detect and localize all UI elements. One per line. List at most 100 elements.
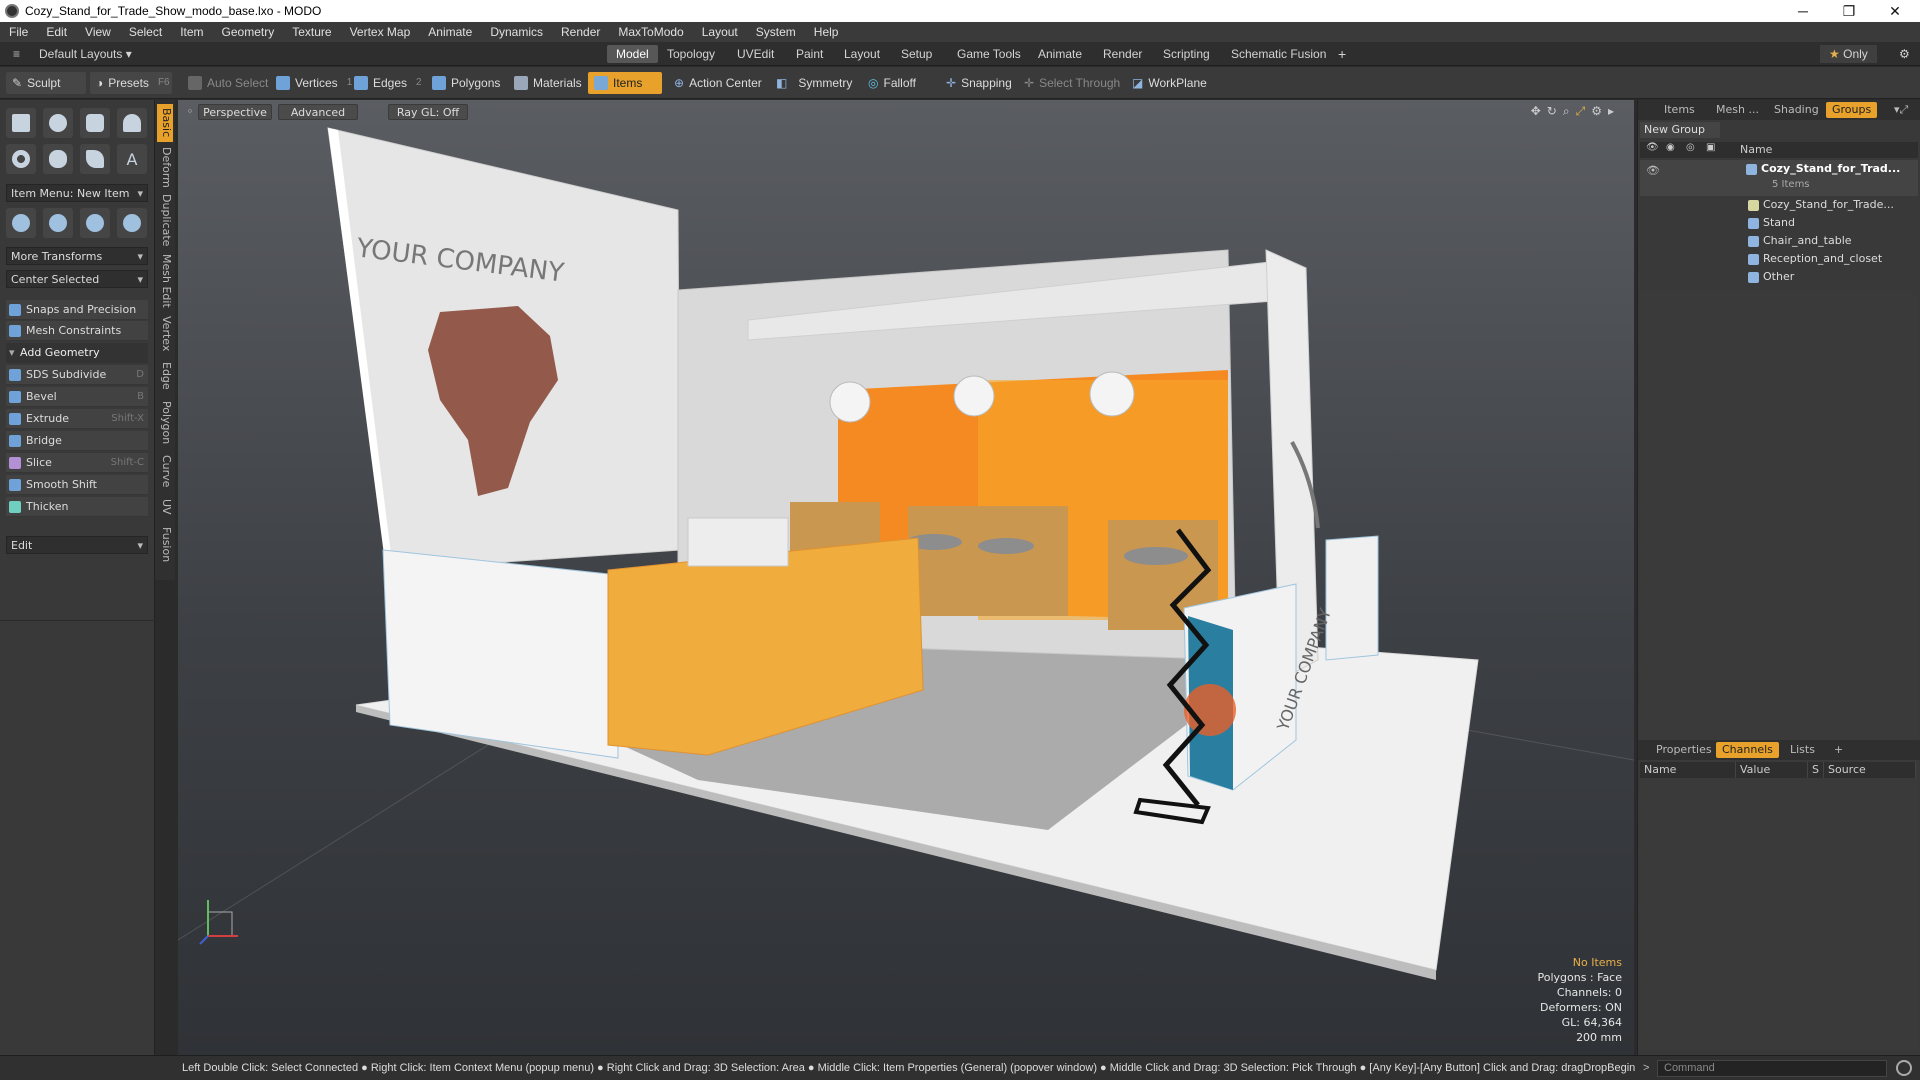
materials-button[interactable]: Materials [508, 72, 588, 94]
cone-icon[interactable] [117, 108, 147, 138]
text-tool-icon[interactable]: A [117, 144, 147, 174]
menu-system[interactable]: System [747, 25, 805, 39]
vtab-duplicate[interactable]: Duplicate [157, 192, 173, 248]
tab-setup[interactable]: Setup [892, 45, 941, 63]
menu-select[interactable]: Select [120, 25, 171, 39]
panel-options-icon[interactable]: ▾⤢ [1888, 102, 1914, 118]
tab-properties[interactable]: Properties [1650, 742, 1718, 758]
items-button[interactable]: Items [588, 72, 662, 94]
menu-geometry[interactable]: Geometry [213, 25, 284, 39]
capsule-icon[interactable] [43, 144, 73, 174]
group-child-item[interactable]: Reception_and_closet [1748, 250, 1882, 268]
tab-items[interactable]: Items [1658, 102, 1701, 118]
bevel-button[interactable]: Bevel B [6, 387, 148, 407]
add-geometry-header[interactable]: ▾ Add Geometry [6, 343, 148, 363]
vertices-button[interactable]: Vertices 1 [270, 72, 358, 94]
item-menu-dropdown[interactable]: Item Menu: New Item [6, 184, 148, 203]
menu-animate[interactable]: Animate [419, 25, 481, 39]
vtab-fusion[interactable]: Fusion [157, 524, 173, 566]
tab-shading[interactable]: Shading [1768, 102, 1825, 118]
torus-icon[interactable] [6, 144, 36, 174]
group-child-item[interactable]: Chair_and_table [1748, 232, 1852, 250]
tab-mesh[interactable]: Mesh ... [1710, 102, 1765, 118]
slice-button[interactable]: Slice Shift-C [6, 453, 148, 473]
maximize-button[interactable]: ❐ [1826, 0, 1872, 22]
only-toggle[interactable]: ★ Only [1820, 45, 1877, 63]
menu-view[interactable]: View [76, 25, 120, 39]
group-child-item[interactable]: Cozy_Stand_for_Trade... [1748, 196, 1894, 214]
presets-button[interactable]: ◑ Presets F6 [90, 72, 172, 94]
sphere-icon[interactable] [43, 108, 73, 138]
edit-dropdown[interactable]: Edit [6, 536, 148, 555]
default-layouts-dropdown[interactable]: Default Layouts ▾ [30, 45, 141, 63]
vtab-uv[interactable]: UV [157, 494, 173, 520]
cylinder-icon[interactable] [80, 108, 110, 138]
edges-button[interactable]: Edges 2 [348, 72, 428, 94]
tab-lists[interactable]: Lists [1784, 742, 1821, 758]
tab-channels[interactable]: Channels [1716, 742, 1779, 758]
menu-dynamics[interactable]: Dynamics [481, 25, 552, 39]
vtab-edge[interactable]: Edge [157, 358, 173, 394]
select-through-button[interactable]: ✛ Select Through [1018, 72, 1126, 94]
vtab-basic[interactable]: Basic [157, 104, 173, 142]
tab-game-tools[interactable]: Game Tools [948, 45, 1030, 63]
menu-texture[interactable]: Texture [283, 25, 340, 39]
mesh-constraints-button[interactable]: Mesh Constraints [6, 321, 148, 341]
transform-icon[interactable] [117, 208, 147, 238]
new-group-button[interactable]: New Group [1640, 122, 1720, 138]
menu-layout[interactable]: Layout [693, 25, 747, 39]
minimize-button[interactable]: ─ [1780, 0, 1826, 22]
sculpt-button[interactable]: ✎ Sculpt [6, 72, 86, 94]
tab-animate[interactable]: Animate [1029, 45, 1091, 63]
workplane-button[interactable]: ◪ WorkPlane [1126, 72, 1213, 94]
layout-menu-icon[interactable]: ≡ [4, 45, 29, 63]
vtab-curve[interactable]: Curve [157, 452, 173, 490]
falloff-button[interactable]: ◎ Falloff [862, 72, 922, 94]
snaps-and-precision-button[interactable]: Snaps and Precision [6, 300, 148, 320]
tab-render[interactable]: Render [1094, 45, 1151, 63]
center-selected-dropdown[interactable]: Center Selected [6, 270, 148, 289]
rotate-icon[interactable] [43, 208, 73, 238]
menu-vertex-map[interactable]: Vertex Map [341, 25, 420, 39]
vtab-polygon[interactable]: Polygon [157, 398, 173, 448]
group-child-item[interactable]: Stand [1748, 214, 1795, 232]
sds-subdivide-button[interactable]: SDS Subdivide D [6, 365, 148, 385]
close-button[interactable]: ✕ [1872, 0, 1918, 22]
add-panel-tab-icon[interactable]: + [1828, 742, 1849, 758]
menu-item[interactable]: Item [171, 25, 212, 39]
gear-icon[interactable]: ⚙ [1890, 45, 1919, 63]
command-input[interactable]: Command [1657, 1060, 1887, 1077]
root-visibility-icon[interactable]: 👁 [1646, 162, 1660, 180]
vtab-vertex[interactable]: Vertex [157, 314, 173, 354]
tab-layout[interactable]: Layout [835, 45, 889, 63]
scale-icon[interactable] [80, 208, 110, 238]
tab-model[interactable]: Model [607, 45, 658, 63]
tab-schematic-fusion[interactable]: Schematic Fusion [1222, 45, 1335, 63]
3d-viewport[interactable]: ◦ Perspective Advanced Ray GL: Off ✥ ↻ ⌕… [178, 100, 1634, 1055]
auto-select-button[interactable]: Auto Select [182, 72, 274, 94]
tab-paint[interactable]: Paint [787, 45, 832, 63]
bridge-button[interactable]: Bridge [6, 431, 148, 451]
tab-scripting[interactable]: Scripting [1154, 45, 1219, 63]
menu-edit[interactable]: Edit [37, 25, 76, 39]
more-transforms-dropdown[interactable]: More Transforms [6, 247, 148, 266]
group-root-item[interactable]: Cozy_Stand_for_Trad... [1746, 160, 1900, 178]
group-child-item[interactable]: Other [1748, 268, 1794, 286]
vtab-mesh-edit[interactable]: Mesh Edit [157, 252, 173, 310]
menu-render[interactable]: Render [552, 25, 609, 39]
tab-uvedit[interactable]: UVEdit [728, 45, 783, 63]
smooth-shift-button[interactable]: Smooth Shift [6, 475, 148, 495]
move-icon[interactable] [6, 208, 36, 238]
snapping-button[interactable]: ✛ Snapping [940, 72, 1018, 94]
tab-topology[interactable]: Topology [658, 45, 724, 63]
menu-help[interactable]: Help [805, 25, 848, 39]
add-tab-button[interactable]: + [1329, 45, 1355, 63]
extrude-button[interactable]: Extrude Shift-X [6, 409, 148, 429]
menu-maxtomodo[interactable]: MaxToModo [609, 25, 692, 39]
symmetry-button[interactable]: ◧ Symmetry [770, 72, 858, 94]
cube-icon[interactable] [6, 108, 36, 138]
record-icon[interactable] [1896, 1060, 1912, 1076]
polygons-button[interactable]: Polygons [426, 72, 506, 94]
vtab-deform[interactable]: Deform [157, 146, 173, 188]
action-center-button[interactable]: ⊕ Action Center [668, 72, 768, 94]
